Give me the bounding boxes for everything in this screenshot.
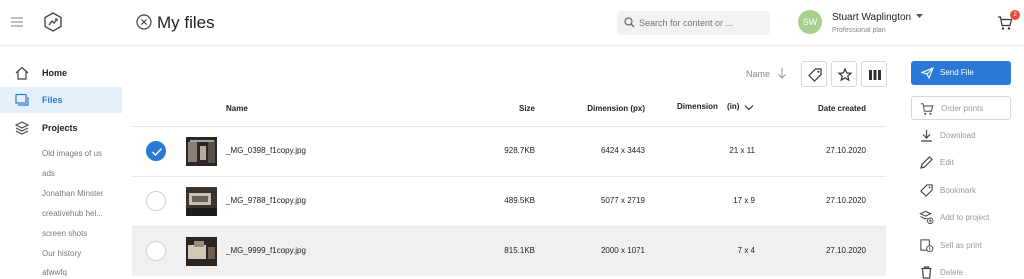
sidebar-item-label: Files xyxy=(42,95,63,105)
file-thumbnail[interactable] xyxy=(186,137,217,166)
action-label: Edit xyxy=(940,158,954,167)
files-icon xyxy=(15,93,29,106)
search-icon xyxy=(624,17,635,28)
column-header-size[interactable]: Size xyxy=(470,104,535,113)
column-header-dimension-unit[interactable]: (in) xyxy=(727,102,739,111)
file-dimension-in: 17 x 9 xyxy=(733,196,755,205)
sidebar-item-label: Projects xyxy=(42,123,78,133)
order-prints-label: Order prints xyxy=(941,104,984,113)
bookmark-action[interactable]: Bookmark xyxy=(916,181,1016,201)
layers-add-icon xyxy=(919,210,934,225)
download-action[interactable]: Download xyxy=(916,126,1016,146)
hamburger-menu-icon[interactable] xyxy=(10,16,24,28)
delete-action[interactable]: Delete xyxy=(916,263,1016,279)
search-input[interactable] xyxy=(639,15,764,31)
image-dollar-icon xyxy=(920,239,934,253)
tag-icon xyxy=(920,184,933,197)
file-thumbnail[interactable] xyxy=(186,187,217,216)
file-thumbnail[interactable] xyxy=(186,237,217,266)
column-header-dimension-px[interactable]: Dimension (px) xyxy=(560,104,645,113)
project-link[interactable]: afwwfq xyxy=(42,268,67,277)
add-to-project-action[interactable]: Add to project xyxy=(916,208,1016,228)
column-header-name[interactable]: Name xyxy=(226,104,248,113)
file-date: 27.10.2020 xyxy=(825,196,866,205)
cart-badge: 2 xyxy=(1010,10,1020,20)
send-file-label: Send File xyxy=(940,68,974,77)
favorites-button[interactable] xyxy=(831,61,857,87)
project-link[interactable]: screen shots xyxy=(42,229,87,238)
action-label: Delete xyxy=(940,268,964,277)
order-prints-button[interactable]: Order prints xyxy=(911,96,1011,120)
action-label: Bookmark xyxy=(940,186,977,195)
file-dimension-in: 21 x 11 xyxy=(729,146,755,155)
action-label: Add to project xyxy=(940,213,990,222)
view-toggle-button[interactable] xyxy=(861,61,887,87)
tag-filter-button[interactable] xyxy=(801,61,827,87)
columns-icon xyxy=(869,70,881,80)
sidebar-item-files[interactable]: Files xyxy=(0,87,122,113)
file-size: 815.1KB xyxy=(504,246,535,255)
chevron-down-icon[interactable] xyxy=(744,104,754,111)
star-icon xyxy=(837,67,853,82)
action-label: Sell as print xyxy=(940,241,982,250)
page-title: My files xyxy=(157,13,215,32)
file-dimension-px: 5077 x 2719 xyxy=(600,196,645,205)
column-header-dimension[interactable]: Dimension xyxy=(677,102,718,111)
project-link[interactable]: Old images of us xyxy=(42,149,102,158)
project-link[interactable]: Our history xyxy=(42,249,81,258)
action-label: Download xyxy=(940,131,976,140)
send-file-button[interactable]: Send File xyxy=(911,61,1011,85)
file-name[interactable]: _MG_9999_f1copy.jpg xyxy=(226,246,306,255)
download-icon xyxy=(921,130,932,142)
table-row[interactable]: _MG_9788_f1copy.jpg 489.5KB 5077 x 2719 … xyxy=(132,176,886,226)
row-checkbox[interactable] xyxy=(146,241,166,261)
file-name[interactable]: _MG_0398_f1copy.jpg xyxy=(226,146,306,155)
sidebar-item-label: Home xyxy=(42,68,68,78)
project-link[interactable]: creativehub hel... xyxy=(42,209,103,218)
search-box[interactable] xyxy=(617,11,770,35)
project-link[interactable]: Jonathan Minster xyxy=(42,189,103,198)
user-plan: Professional plan xyxy=(832,27,886,34)
file-dimension-px: 2000 x 1071 xyxy=(600,246,645,255)
file-date: 27.10.2020 xyxy=(825,146,866,155)
file-date: 27.10.2020 xyxy=(825,246,866,255)
table-row[interactable]: _MG_0398_f1copy.jpg 928.7KB 6424 x 3443 … xyxy=(132,126,886,176)
table-row[interactable]: _MG_9999_f1copy.jpg 815.1KB 2000 x 1071 … xyxy=(132,226,886,276)
edit-action[interactable]: Edit xyxy=(916,153,1016,173)
cart-icon xyxy=(920,103,934,115)
app-logo-icon[interactable] xyxy=(42,11,64,33)
sell-as-print-action[interactable]: Sell as print xyxy=(916,236,1016,256)
trash-icon xyxy=(921,266,932,279)
sidebar-item-home[interactable]: Home xyxy=(0,60,122,86)
sidebar-item-projects[interactable]: Projects xyxy=(0,115,122,141)
file-dimension-px: 6424 x 3443 xyxy=(600,146,645,155)
layers-icon xyxy=(14,121,30,135)
file-size: 928.7KB xyxy=(504,146,535,155)
user-name[interactable]: Stuart Waplington xyxy=(832,12,911,23)
row-checkbox[interactable] xyxy=(146,191,166,211)
send-icon xyxy=(921,67,934,79)
avatar[interactable]: SW xyxy=(798,10,822,34)
checkmark-icon xyxy=(152,148,163,157)
top-header xyxy=(0,0,1024,46)
chevron-down-icon[interactable] xyxy=(916,14,923,19)
file-dimension-in: 7 x 4 xyxy=(737,246,755,255)
pencil-icon xyxy=(920,156,933,169)
column-header-date[interactable]: Date created xyxy=(790,104,866,113)
sort-label[interactable]: Name xyxy=(746,69,770,79)
home-icon xyxy=(15,66,29,80)
project-link[interactable]: ads xyxy=(42,169,55,178)
file-size: 489.5KB xyxy=(504,196,535,205)
arrow-down-icon[interactable] xyxy=(777,67,787,79)
file-name[interactable]: _MG_9788_f1copy.jpg xyxy=(226,196,306,205)
tag-icon xyxy=(808,68,822,82)
row-checkbox[interactable] xyxy=(146,141,166,161)
close-icon[interactable] xyxy=(136,14,152,30)
